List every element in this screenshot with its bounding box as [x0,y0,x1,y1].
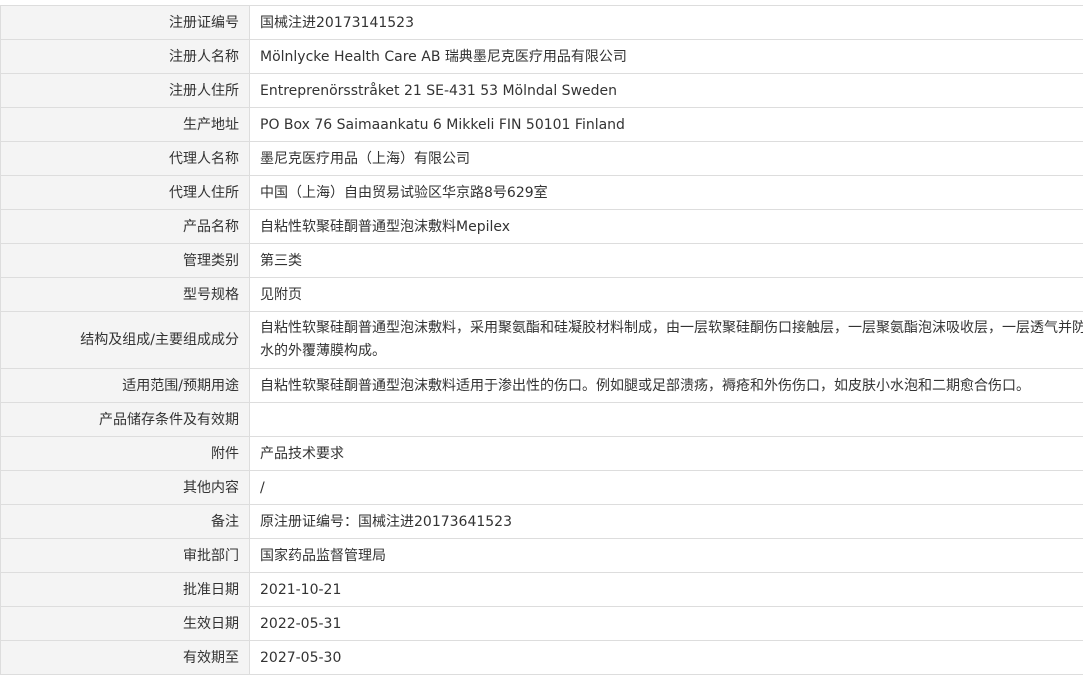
label-registrant-address: 注册人住所 [1,74,250,108]
row-effective-date: 生效日期 2022-05-31 [1,607,1083,641]
value-approval-department: 国家药品监督管理局 [250,539,1083,573]
row-approval-department: 审批部门 国家药品监督管理局 [1,539,1083,573]
label-remarks: 备注 [1,505,250,539]
row-storage-validity: 产品储存条件及有效期 [1,403,1083,437]
value-attachment: 产品技术要求 [250,437,1083,471]
row-attachment: 附件 产品技术要求 [1,437,1083,471]
label-storage-validity: 产品储存条件及有效期 [1,403,250,437]
row-agent-name: 代理人名称 墨尼克医疗用品（上海）有限公司 [1,142,1083,176]
value-production-address: PO Box 76 Saimaankatu 6 Mikkeli FIN 5010… [250,108,1083,142]
label-approval-date: 批准日期 [1,573,250,607]
row-structure-composition: 结构及组成/主要组成成分 自粘性软聚硅酮普通型泡沫敷料，采用聚氨酯和硅凝胶材料制… [1,312,1083,369]
registration-detail-table: 注册证编号 国械注进20173141523 注册人名称 Mölnlycke He… [0,5,1083,675]
value-valid-until: 2027-05-30 [250,641,1083,675]
label-registration-number: 注册证编号 [1,6,250,40]
label-agent-name: 代理人名称 [1,142,250,176]
label-valid-until: 有效期至 [1,641,250,675]
value-registration-number: 国械注进20173141523 [250,6,1083,40]
label-product-name: 产品名称 [1,210,250,244]
value-agent-name: 墨尼克医疗用品（上海）有限公司 [250,142,1083,176]
label-production-address: 生产地址 [1,108,250,142]
value-effective-date: 2022-05-31 [250,607,1083,641]
value-structure-composition-line2: 水的外覆薄膜构成。 [260,340,1079,363]
row-agent-address: 代理人住所 中国（上海）自由贸易试验区华京路8号629室 [1,176,1083,210]
label-registrant-name: 注册人名称 [1,40,250,74]
value-approval-date: 2021-10-21 [250,573,1083,607]
row-remarks: 备注 原注册证编号：国械注进20173641523 [1,505,1083,539]
row-approval-date: 批准日期 2021-10-21 [1,573,1083,607]
label-agent-address: 代理人住所 [1,176,250,210]
value-structure-composition: 自粘性软聚硅酮普通型泡沫敷料，采用聚氨酯和硅凝胶材料制成，由一层软聚硅酮伤口接触… [250,312,1083,369]
row-valid-until: 有效期至 2027-05-30 [1,641,1083,675]
value-structure-composition-line1: 自粘性软聚硅酮普通型泡沫敷料，采用聚氨酯和硅凝胶材料制成，由一层软聚硅酮伤口接触… [260,317,1079,340]
value-remarks: 原注册证编号：国械注进20173641523 [250,505,1083,539]
label-other-content: 其他内容 [1,471,250,505]
row-intended-use: 适用范围/预期用途 自粘性软聚硅酮普通型泡沫敷料适用于渗出性的伤口。例如腿或足部… [1,369,1083,403]
row-model-spec: 型号规格 见附页 [1,278,1083,312]
label-attachment: 附件 [1,437,250,471]
row-registration-number: 注册证编号 国械注进20173141523 [1,6,1083,40]
label-management-category: 管理类别 [1,244,250,278]
label-intended-use: 适用范围/预期用途 [1,369,250,403]
label-structure-composition: 结构及组成/主要组成成分 [1,312,250,369]
value-agent-address: 中国（上海）自由贸易试验区华京路8号629室 [250,176,1083,210]
value-registrant-address: Entreprenörsstråket 21 SE-431 53 Mölndal… [250,74,1083,108]
value-intended-use: 自粘性软聚硅酮普通型泡沫敷料适用于渗出性的伤口。例如腿或足部溃疡，褥疮和外伤伤口… [250,369,1083,403]
value-model-spec: 见附页 [250,278,1083,312]
value-registrant-name: Mölnlycke Health Care AB 瑞典墨尼克医疗用品有限公司 [250,40,1083,74]
row-product-name: 产品名称 自粘性软聚硅酮普通型泡沫敷料Mepilex [1,210,1083,244]
value-other-content: / [250,471,1083,505]
row-registrant-address: 注册人住所 Entreprenörsstråket 21 SE-431 53 M… [1,74,1083,108]
row-management-category: 管理类别 第三类 [1,244,1083,278]
value-storage-validity [250,403,1083,437]
label-effective-date: 生效日期 [1,607,250,641]
value-product-name: 自粘性软聚硅酮普通型泡沫敷料Mepilex [250,210,1083,244]
value-management-category: 第三类 [250,244,1083,278]
row-production-address: 生产地址 PO Box 76 Saimaankatu 6 Mikkeli FIN… [1,108,1083,142]
label-approval-department: 审批部门 [1,539,250,573]
label-model-spec: 型号规格 [1,278,250,312]
row-registrant-name: 注册人名称 Mölnlycke Health Care AB 瑞典墨尼克医疗用品… [1,40,1083,74]
row-other-content: 其他内容 / [1,471,1083,505]
